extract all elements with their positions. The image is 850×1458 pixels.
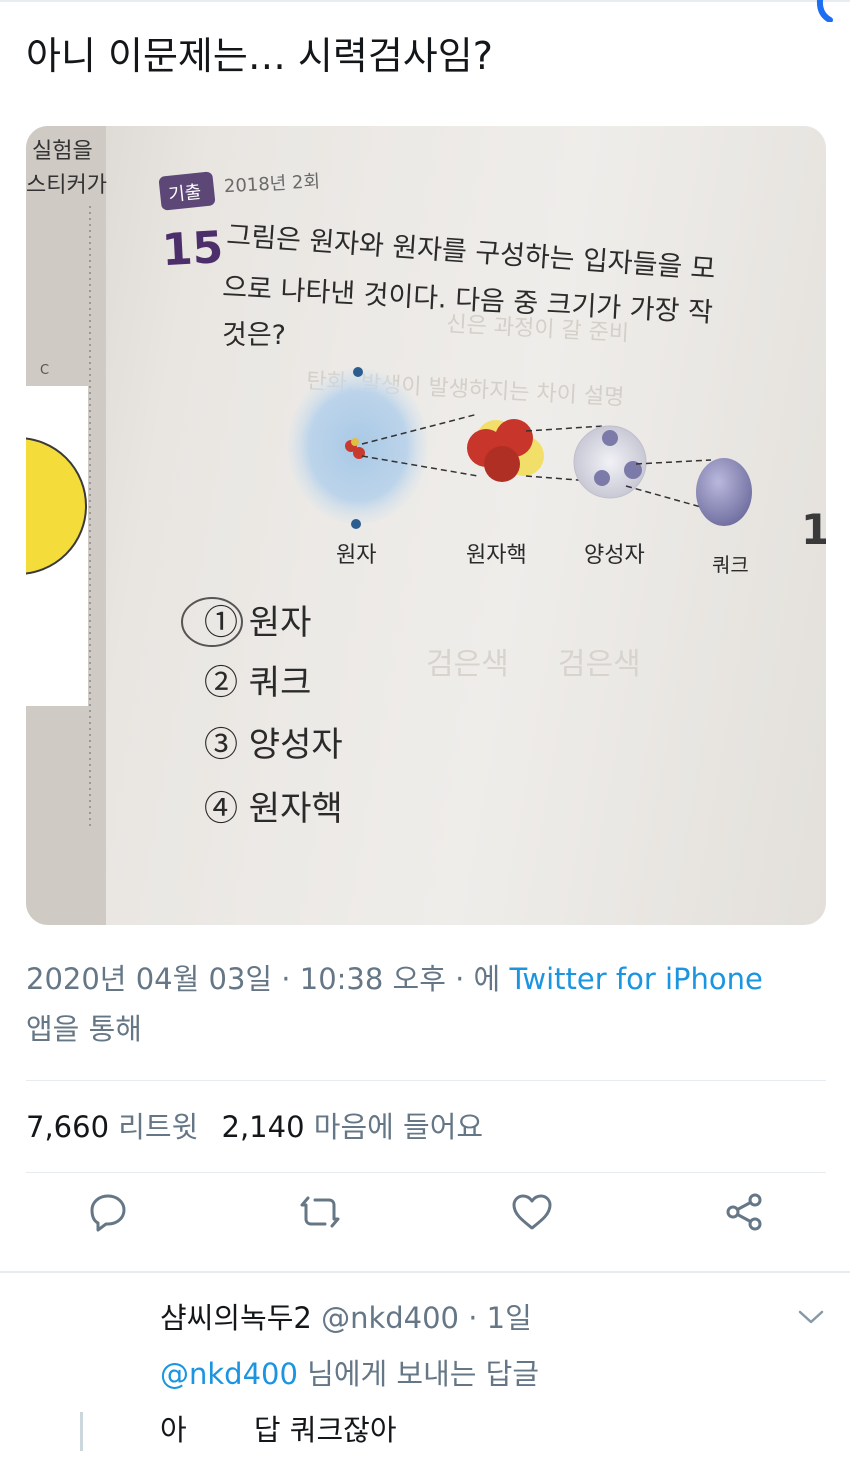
- share-icon[interactable]: [722, 1190, 766, 1234]
- label-nucleus: 원자핵: [466, 543, 527, 568]
- likes-stat[interactable]: 2,140 마음에 들어요: [222, 1110, 484, 1144]
- corner-swipe-mark: [816, 0, 833, 22]
- tweet-timestamp: 2020년 04월 03일 · 10:38 오후 · 에: [26, 962, 501, 996]
- reply-tweet[interactable]: 샴씨의녹두2 @nkd400 · 1일 @nkd400 님에게 보내는 답글 아…: [160, 1290, 820, 1458]
- retweets-count: 7,660: [26, 1110, 110, 1144]
- tweet-photo[interactable]: C 실험을 스티커가 기출 2018년 2회 15 그림은 원자와 원자를 구성…: [26, 126, 826, 925]
- via-suffix: 앱을 통해: [26, 1012, 142, 1046]
- via-app-link[interactable]: Twitter for iPhone: [509, 962, 762, 996]
- side-number: 1: [801, 505, 826, 554]
- reply-header: 샴씨의녹두2 @nkd400 · 1일: [160, 1290, 820, 1346]
- choice-1: ① 원자: [204, 603, 311, 643]
- choice-2: ② 쿼크: [204, 663, 311, 703]
- question-number: 15: [161, 222, 225, 276]
- label-quark: 쿼크: [712, 553, 749, 577]
- question-year: 2018년 2회: [223, 171, 320, 197]
- top-divider: [0, 0, 850, 2]
- heart-icon[interactable]: [510, 1190, 554, 1234]
- label-proton: 양성자: [584, 543, 645, 568]
- reply-context: @nkd400 님에게 보내는 답글: [160, 1346, 820, 1402]
- choice-4: ④ 원자핵: [204, 789, 343, 829]
- likes-count: 2,140: [221, 1110, 305, 1144]
- reply-text: 아 답 쿼크잖아: [160, 1413, 397, 1447]
- svg-text:C: C: [40, 363, 49, 378]
- chevron-down-icon[interactable]: [796, 1306, 826, 1328]
- section-separator: [0, 1271, 850, 1273]
- reply-time: · 1일: [468, 1301, 532, 1335]
- margin-word-2: 스티커가: [26, 173, 107, 198]
- reply-author-handle[interactable]: @nkd400: [321, 1301, 459, 1335]
- tweet-stats: 7,660 리트윗 2,140 마음에 들어요: [26, 1104, 483, 1146]
- choice-3: ③ 양성자: [204, 725, 343, 765]
- likes-label: 마음에 들어요: [313, 1110, 484, 1144]
- tweet-metadata: 2020년 04월 03일 · 10:38 오후 · 에 Twitter for…: [26, 954, 826, 1054]
- textbook-photo: C 실험을 스티커가 기출 2018년 2회 15 그림은 원자와 원자를 구성…: [26, 126, 826, 925]
- divider-stats-top: [26, 1080, 826, 1081]
- margin-word-1: 실험을: [32, 139, 93, 164]
- label-atom: 원자: [336, 543, 376, 568]
- reply-context-label: 님에게 보내는 답글: [307, 1357, 540, 1391]
- tweet-text: 아니 이문제는… 시력검사임?: [26, 34, 493, 78]
- thread-connector-line: [80, 1412, 83, 1451]
- reply-icon[interactable]: [86, 1190, 130, 1234]
- question-line-3: 것은?: [222, 320, 286, 351]
- retweets-label: 리트윗: [118, 1110, 199, 1144]
- reply-mention-link[interactable]: @nkd400: [160, 1357, 298, 1391]
- question-badge: 기출: [167, 182, 202, 206]
- divider-stats-bottom: [26, 1172, 826, 1173]
- retweet-icon[interactable]: [298, 1190, 342, 1234]
- retweets-stat[interactable]: 7,660 리트윗: [26, 1110, 198, 1144]
- svg-text:검은색 검은색: 검은색 검은색: [426, 647, 641, 682]
- tweet-actions: [0, 1190, 850, 1250]
- reply-author-name[interactable]: 샴씨의녹두2: [160, 1301, 312, 1335]
